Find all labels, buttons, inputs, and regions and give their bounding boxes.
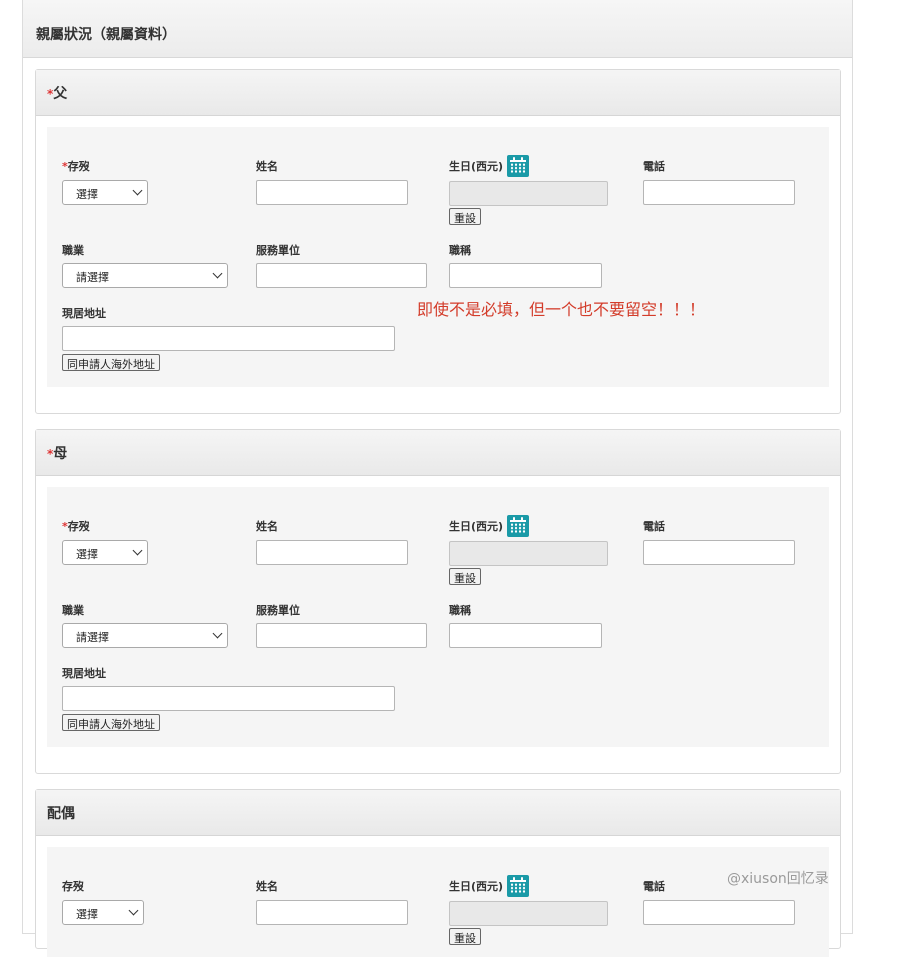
chevron-down-icon xyxy=(132,545,143,556)
father-same-address-button[interactable]: 同申請人海外地址 xyxy=(62,354,160,371)
mother-same-address-button[interactable]: 同申請人海外地址 xyxy=(62,714,160,731)
spouse-panel-header: 配偶 xyxy=(36,790,840,836)
chevron-down-icon xyxy=(128,905,139,916)
kinship-section: 親屬狀況（親屬資料） *父 *存歿 選擇 姓名 生日(西元) 重設 電話 職業 … xyxy=(22,0,853,957)
mother-employer-input[interactable] xyxy=(256,623,427,648)
birthday-label: 生日(西元) xyxy=(449,880,504,893)
mother-occupation-select[interactable]: 請選擇 xyxy=(62,623,228,648)
calendar-icon[interactable] xyxy=(507,515,529,537)
father-reset-button[interactable]: 重設 xyxy=(449,208,481,225)
employer-label: 服務單位 xyxy=(256,604,300,617)
father-birthday-input xyxy=(449,181,608,206)
address-label: 現居地址 xyxy=(62,307,106,320)
spouse-name-input[interactable] xyxy=(256,900,408,925)
father-title: 父 xyxy=(53,86,68,102)
chevron-down-icon xyxy=(212,268,223,279)
father-address-input[interactable] xyxy=(62,326,395,351)
status-label: 存歿 xyxy=(62,880,84,893)
chevron-down-icon xyxy=(132,185,143,196)
father-form: *存歿 選擇 姓名 生日(西元) 重設 電話 職業 請選擇 服務單位 職稱 現居… xyxy=(47,127,829,387)
mother-reset-button[interactable]: 重設 xyxy=(449,568,481,585)
mother-job-title-input[interactable] xyxy=(449,623,602,648)
section-title: 親屬狀況（親屬資料） xyxy=(23,0,852,58)
phone-label: 電話 xyxy=(643,520,665,533)
birthday-label: 生日(西元) xyxy=(449,520,504,533)
mother-phone-input[interactable] xyxy=(643,540,795,565)
occupation-label: 職業 xyxy=(62,244,84,257)
mother-birthday-input xyxy=(449,541,608,566)
mother-title: 母 xyxy=(53,446,68,462)
spouse-phone-input[interactable] xyxy=(643,900,795,925)
mother-panel-header: *母 xyxy=(36,430,840,476)
father-status-select[interactable]: 選擇 xyxy=(62,180,148,205)
status-label: *存歿 xyxy=(62,160,90,173)
employer-label: 服務單位 xyxy=(256,244,300,257)
phone-label: 電話 xyxy=(643,880,665,893)
father-phone-input[interactable] xyxy=(643,180,795,205)
address-label: 現居地址 xyxy=(62,667,106,680)
father-name-input[interactable] xyxy=(256,180,408,205)
chevron-down-icon xyxy=(212,628,223,639)
father-job-title-input[interactable] xyxy=(449,263,602,288)
status-label: *存歿 xyxy=(62,520,90,533)
spouse-status-select[interactable]: 選擇 xyxy=(62,900,144,925)
father-occupation-select[interactable]: 請選擇 xyxy=(62,263,228,288)
calendar-icon[interactable] xyxy=(507,875,529,897)
watermark: @xiuson回忆录 xyxy=(727,871,829,887)
calendar-icon[interactable] xyxy=(507,155,529,177)
father-panel: *父 *存歿 選擇 姓名 生日(西元) 重設 電話 職業 請選擇 服務單位 職稱… xyxy=(35,69,841,414)
job-title-label: 職稱 xyxy=(449,604,471,617)
spouse-title: 配偶 xyxy=(47,806,75,822)
father-panel-header: *父 xyxy=(36,70,840,116)
mother-panel: *母 *存歿 選擇 姓名 生日(西元) 重設 電話 職業 請選擇 服務單位 職稱… xyxy=(35,429,841,774)
name-label: 姓名 xyxy=(256,880,278,893)
job-title-label: 職稱 xyxy=(449,244,471,257)
mother-status-select[interactable]: 選擇 xyxy=(62,540,148,565)
mother-form: *存歿 選擇 姓名 生日(西元) 重設 電話 職業 請選擇 服務單位 職稱 現居… xyxy=(47,487,829,747)
name-label: 姓名 xyxy=(256,160,278,173)
phone-label: 電話 xyxy=(643,160,665,173)
occupation-label: 職業 xyxy=(62,604,84,617)
spouse-birthday-input xyxy=(449,901,608,926)
spouse-form: 存歿 選擇 姓名 生日(西元) 重設 電話 xyxy=(47,847,829,957)
red-annotation-note: 即使不是必填，但一个也不要留空！！！ xyxy=(417,300,706,319)
mother-name-input[interactable] xyxy=(256,540,408,565)
name-label: 姓名 xyxy=(256,520,278,533)
birthday-label: 生日(西元) xyxy=(449,160,504,173)
father-employer-input[interactable] xyxy=(256,263,427,288)
spouse-reset-button[interactable]: 重設 xyxy=(449,928,481,945)
spouse-panel: 配偶 存歿 選擇 姓名 生日(西元) 重設 電話 xyxy=(35,789,841,957)
mother-address-input[interactable] xyxy=(62,686,395,711)
